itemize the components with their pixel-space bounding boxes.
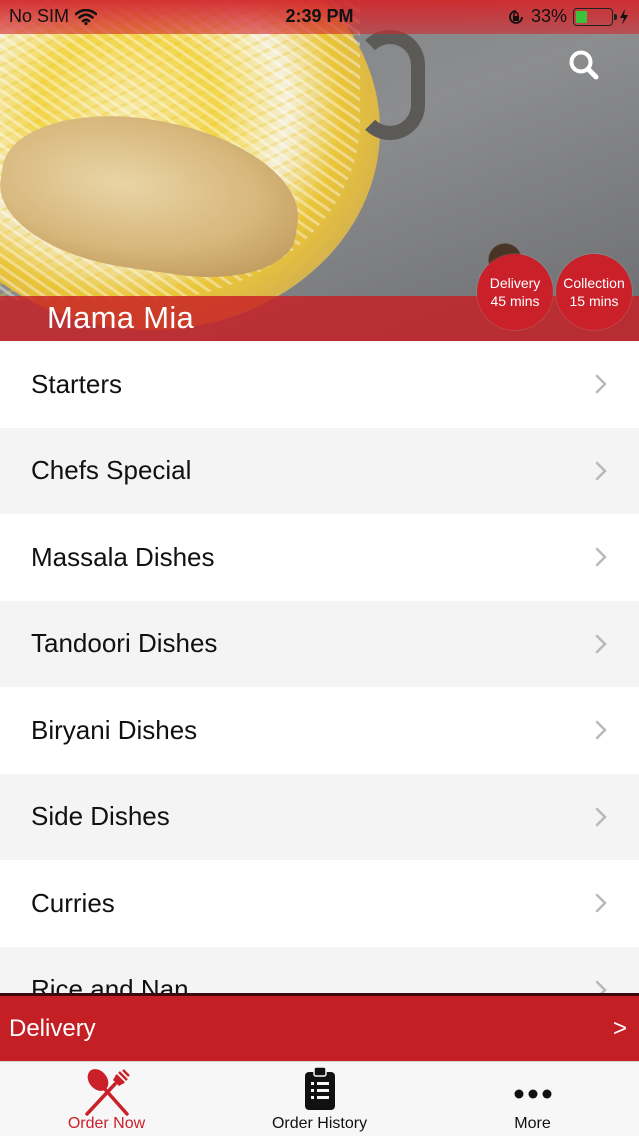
collection-badge-label: Collection: [563, 275, 625, 291]
search-icon: [569, 50, 599, 80]
menu-category-row[interactable]: Tandoori Dishes: [0, 600, 639, 687]
clipboard-icon: [304, 1066, 335, 1110]
tab-order-history-label: Order History: [271, 1115, 368, 1132]
menu-category-row[interactable]: Rice and Nan: [0, 946, 639, 993]
chevron-right-icon: [595, 461, 607, 480]
delivery-mode-bar[interactable]: Delivery >: [0, 993, 639, 1061]
status-bar-right: 33%: [507, 6, 629, 27]
menu-category-row[interactable]: Biryani Dishes: [0, 687, 639, 774]
delivery-time-badge: Delivery 45 mins: [477, 254, 553, 330]
menu-category-row[interactable]: Chefs Special: [0, 427, 639, 514]
menu-category-label: Massala Dishes: [31, 541, 215, 572]
menu-category-row[interactable]: Starters: [0, 341, 639, 428]
chevron-right-icon: [595, 634, 607, 653]
status-bar: No SIM 2:39 PM 33%: [0, 0, 639, 34]
menu-category-label: Biryani Dishes: [31, 714, 198, 745]
menu-category-row[interactable]: Curries: [0, 860, 639, 947]
battery-fill: [576, 10, 588, 23]
delivery-mode-arrow: >: [612, 1014, 627, 1042]
menu-category-list[interactable]: Starters Chefs Special Massala Dishes Tando…: [0, 341, 639, 993]
collection-time-badge: Collection 15 mins: [556, 254, 632, 330]
fork-knife-icon: [84, 1069, 130, 1116]
restaurant-name: Mama Mia: [47, 300, 195, 335]
orientation-lock-icon: [509, 9, 523, 24]
chevron-right-icon: [595, 894, 607, 913]
menu-category-label: Rice and Nan: [31, 974, 189, 993]
tab-order-now-label: Order Now: [67, 1115, 146, 1132]
more-dots-icon: [514, 1089, 551, 1099]
tab-order-now[interactable]: Order Now: [0, 1062, 213, 1136]
delivery-badge-label: Delivery: [489, 275, 541, 291]
collection-badge-time: 15 mins: [569, 293, 619, 309]
battery-icon: [573, 7, 617, 26]
tab-order-history[interactable]: Order History: [213, 1062, 426, 1136]
menu-category-row[interactable]: Massala Dishes: [0, 514, 639, 601]
chevron-right-icon: [595, 375, 607, 394]
menu-category-label: Chefs Special: [31, 455, 192, 486]
chevron-right-icon: [595, 721, 607, 740]
menu-category-label: Curries: [31, 887, 115, 918]
pot-handle-image: [355, 30, 425, 140]
chevron-right-icon: [595, 807, 607, 826]
charging-icon: [620, 8, 628, 25]
tab-more-label: More: [514, 1115, 551, 1132]
menu-category-label: Tandoori Dishes: [31, 628, 218, 659]
menu-category-label: Starters: [31, 368, 123, 399]
tab-bar: Order Now Order History More: [0, 1061, 639, 1136]
search-button[interactable]: [566, 47, 602, 83]
chevron-right-icon: [595, 548, 607, 567]
menu-category-label: Side Dishes: [31, 801, 170, 832]
hero-banner: Mama Mia Delivery 45 mins Collection 15 …: [0, 0, 639, 341]
delivery-mode-label: Delivery: [9, 1014, 96, 1042]
chevron-right-icon: [595, 980, 607, 993]
battery-percent: 33%: [530, 6, 567, 26]
menu-category-row[interactable]: Side Dishes: [0, 773, 639, 860]
delivery-badge-time: 45 mins: [490, 293, 540, 309]
tab-more[interactable]: More: [426, 1062, 639, 1136]
